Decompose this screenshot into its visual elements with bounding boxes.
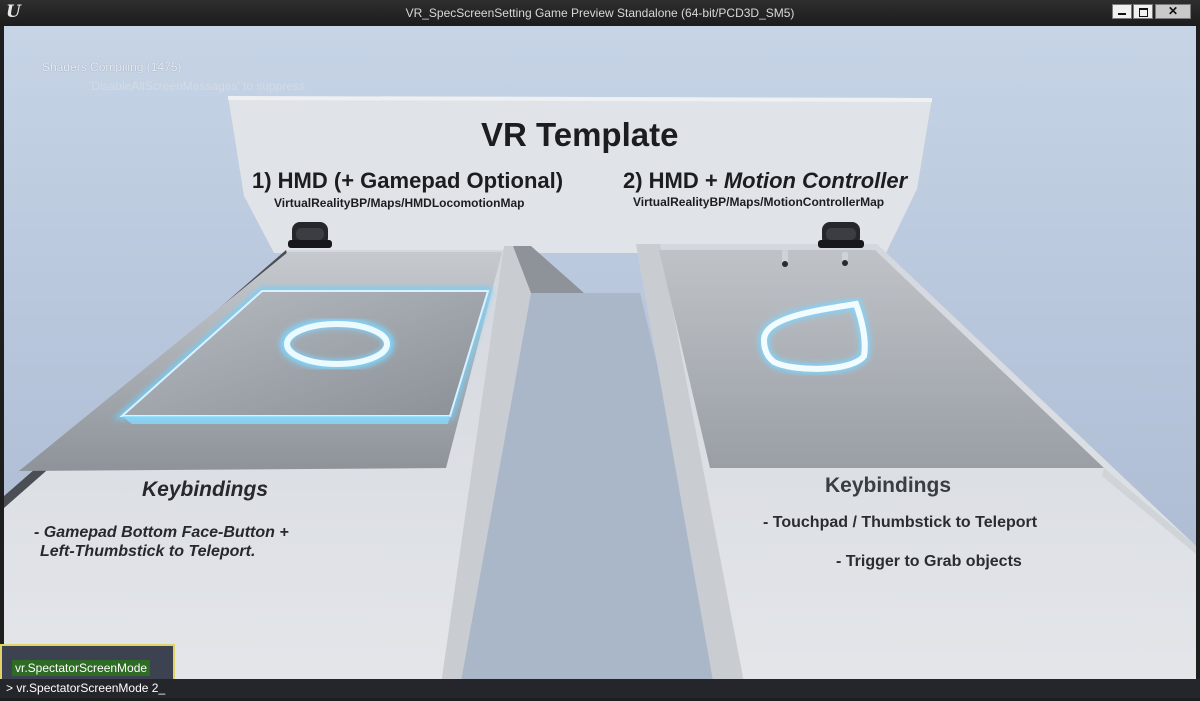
right-hmd-icon	[818, 222, 864, 248]
left-keybinding-line1: - Gamepad Bottom Face-Button +	[34, 524, 289, 541]
vr-template-title: VR Template	[481, 116, 679, 153]
left-heading: 1) HMD (+ Gamepad Optional)	[252, 168, 564, 193]
minimize-icon	[1118, 13, 1126, 15]
suppress-hint-message: 'DisableAllScreenMessages' to suppress	[89, 79, 306, 93]
console-input[interactable]: > vr.SpectatorScreenMode 2_	[0, 679, 1200, 698]
close-icon: ✕	[1168, 4, 1179, 18]
console-prompt: >	[6, 681, 14, 695]
shaders-compiling-message: Shaders Compiling (1475)	[42, 60, 182, 74]
left-keybindings-title: Keybindings	[142, 478, 269, 501]
maximize-button[interactable]	[1133, 4, 1153, 19]
right-keybinding-line1: - Touchpad / Thumbstick to Teleport	[763, 514, 1038, 531]
console-suggestion[interactable]: vr.SpectatorScreenMode	[12, 660, 151, 676]
window-title: VR_SpecScreenSetting Game Preview Standa…	[405, 6, 795, 20]
game-viewport[interactable]: VR Template 1) HMD (+ Gamepad Optional) …	[4, 26, 1196, 698]
minimize-button[interactable]	[1112, 4, 1132, 19]
right-heading-prefix: 2) HMD +	[623, 168, 724, 193]
right-map-path: VirtualRealityBP/Maps/MotionControllerMa…	[633, 195, 885, 209]
title-bar[interactable]: U VR_SpecScreenSetting Game Preview Stan…	[0, 0, 1200, 26]
game-preview-window: U VR_SpecScreenSetting Game Preview Stan…	[0, 0, 1200, 701]
console-input-value[interactable]: vr.SpectatorScreenMode 2_	[16, 679, 165, 698]
right-heading-italic: Motion Controller	[723, 168, 908, 193]
right-heading: 2) HMD + Motion Controller	[623, 168, 907, 194]
close-button[interactable]: ✕	[1155, 4, 1191, 19]
left-glow-square-front	[122, 416, 450, 424]
left-hmd-icon	[288, 222, 332, 248]
right-keybinding-line2: - Trigger to Grab objects	[836, 553, 1022, 570]
left-map-path: VirtualRealityBP/Maps/HMDLocomotionMap	[274, 196, 525, 210]
left-keybinding-line2: Left-Thumbstick to Teleport.	[40, 543, 256, 560]
right-keybindings-title: Keybindings	[825, 474, 952, 497]
right-pad	[659, 250, 1104, 468]
maximize-icon	[1139, 8, 1148, 17]
